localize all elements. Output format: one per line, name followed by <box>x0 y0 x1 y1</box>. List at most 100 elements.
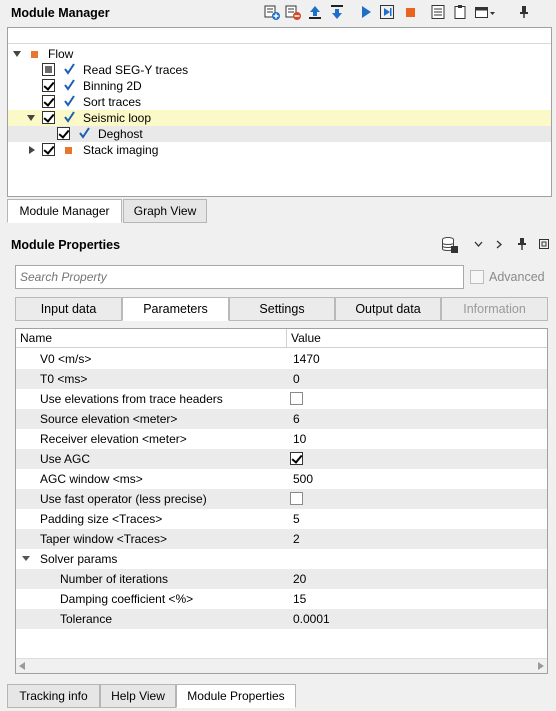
property-value[interactable]: 0 <box>293 369 300 389</box>
module-checkbox[interactable] <box>42 95 55 108</box>
clipboard-icon[interactable] <box>452 4 468 20</box>
property-grid[interactable]: Name Value V0 <m/s> 1470 T0 <ms> 0 Use e… <box>15 328 548 674</box>
list-icon[interactable] <box>430 4 446 20</box>
move-up-icon[interactable] <box>307 4 323 20</box>
property-value[interactable]: 2 <box>293 529 300 549</box>
property-name: Number of iterations <box>60 572 169 586</box>
tree-item-read-segy[interactable]: Read SEG-Y traces <box>8 62 551 78</box>
module-checkbox[interactable] <box>42 111 55 124</box>
tree-item-flow[interactable]: Flow <box>8 46 551 62</box>
module-manager-title: Module Manager <box>11 6 110 20</box>
valid-check-icon <box>64 79 75 91</box>
tab-output-data[interactable]: Output data <box>335 297 441 321</box>
tree-item-sort-traces[interactable]: Sort traces <box>8 94 551 110</box>
chevron-right-icon[interactable] <box>496 240 503 249</box>
module-tree[interactable]: Flow Read SEG-Y traces Binning 2D Sort t… <box>7 27 552 197</box>
run-step-icon[interactable] <box>379 4 395 20</box>
property-row[interactable]: T0 <ms> 0 <box>16 369 547 389</box>
add-module-icon[interactable] <box>264 4 280 20</box>
restore-window-icon[interactable] <box>538 238 550 250</box>
scroll-right-icon[interactable] <box>538 662 544 670</box>
use-fast-operator-checkbox[interactable] <box>290 492 303 505</box>
property-name: Tolerance <box>60 612 113 626</box>
advanced-label: Advanced <box>489 270 545 284</box>
property-row[interactable]: Use elevations from trace headers <box>16 389 547 409</box>
stop-icon[interactable] <box>402 4 418 20</box>
search-property-input[interactable] <box>15 265 464 289</box>
property-name: Padding size <Traces> <box>40 512 163 526</box>
tree-item-label: Read SEG-Y traces <box>83 63 189 77</box>
property-value[interactable]: 1470 <box>293 349 320 369</box>
property-name: Use fast operator (less precise) <box>40 492 207 506</box>
property-name: V0 <m/s> <box>40 352 92 366</box>
chevron-right-icon[interactable] <box>29 146 35 154</box>
property-row[interactable]: Tolerance 0.0001 <box>16 609 547 629</box>
property-value[interactable]: 500 <box>293 469 313 489</box>
property-row[interactable]: Number of iterations 20 <box>16 569 547 589</box>
tree-item-stack-imaging[interactable]: Stack imaging <box>8 142 551 158</box>
column-header-value[interactable]: Value <box>291 329 321 348</box>
tab-help-view[interactable]: Help View <box>100 684 176 708</box>
run-icon[interactable] <box>358 4 374 20</box>
scroll-left-icon[interactable] <box>19 662 25 670</box>
pin-icon[interactable] <box>516 4 532 20</box>
module-checkbox[interactable] <box>42 63 55 76</box>
column-header-name[interactable]: Name <box>20 329 52 348</box>
tree-item-label: Seismic loop <box>83 111 152 125</box>
remove-module-icon[interactable] <box>285 4 301 20</box>
property-value[interactable]: 20 <box>293 569 306 589</box>
property-value[interactable]: 15 <box>293 589 306 609</box>
property-group-row[interactable]: Solver params <box>16 549 547 569</box>
tree-item-binning-2d[interactable]: Binning 2D <box>8 78 551 94</box>
tree-item-label: Stack imaging <box>83 143 159 157</box>
property-row[interactable]: AGC window <ms> 500 <box>16 469 547 489</box>
module-checkbox[interactable] <box>42 143 55 156</box>
tree-item-label: Flow <box>48 47 74 61</box>
move-down-icon[interactable] <box>329 4 345 20</box>
tab-graph-view[interactable]: Graph View <box>123 199 207 223</box>
database-icon[interactable] <box>441 236 459 254</box>
use-agc-checkbox[interactable] <box>290 452 303 465</box>
valid-check-icon <box>64 63 75 75</box>
tab-settings[interactable]: Settings <box>229 297 335 321</box>
property-value[interactable]: 0.0001 <box>293 609 330 629</box>
property-row[interactable]: Damping coefficient <%> 15 <box>16 589 547 609</box>
column-divider[interactable] <box>286 329 287 348</box>
tree-item-deghost[interactable]: Deghost <box>8 126 551 142</box>
module-checkbox[interactable] <box>42 79 55 92</box>
valid-check-icon <box>64 111 75 123</box>
property-name: Damping coefficient <%> <box>60 592 194 606</box>
property-name: T0 <ms> <box>40 372 88 386</box>
chevron-down-icon[interactable] <box>474 241 483 248</box>
window-menu-icon[interactable] <box>474 4 496 20</box>
horizontal-scrollbar[interactable] <box>16 658 547 673</box>
property-name: Use elevations from trace headers <box>40 392 223 406</box>
chevron-down-icon[interactable] <box>22 556 30 562</box>
module-checkbox[interactable] <box>57 127 70 140</box>
pin-icon[interactable] <box>516 237 528 251</box>
tree-item-seismic-loop[interactable]: Seismic loop <box>8 110 551 126</box>
tab-module-manager[interactable]: Module Manager <box>7 199 122 223</box>
property-value[interactable]: 5 <box>293 509 300 529</box>
property-value[interactable]: 10 <box>293 429 306 449</box>
property-row[interactable]: Receiver elevation <meter> 10 <box>16 429 547 449</box>
property-row[interactable]: Source elevation <meter> 6 <box>16 409 547 429</box>
tab-information[interactable]: Information <box>441 297 548 321</box>
chevron-down-icon[interactable] <box>27 115 35 122</box>
tab-tracking-info[interactable]: Tracking info <box>7 684 100 708</box>
property-name: Taper window <Traces> <box>40 532 167 546</box>
property-row[interactable]: Padding size <Traces> 5 <box>16 509 547 529</box>
tab-module-properties[interactable]: Module Properties <box>176 684 296 708</box>
tab-input-data[interactable]: Input data <box>15 297 122 321</box>
property-value[interactable]: 6 <box>293 409 300 429</box>
property-row[interactable]: Use AGC <box>16 449 547 469</box>
property-row[interactable]: V0 <m/s> 1470 <box>16 349 547 369</box>
chevron-down-icon[interactable] <box>13 51 21 58</box>
use-elevations-checkbox[interactable] <box>290 392 303 405</box>
advanced-checkbox[interactable] <box>470 270 484 284</box>
property-row[interactable]: Use fast operator (less precise) <box>16 489 547 509</box>
valid-check-icon <box>79 127 90 139</box>
module-properties-title: Module Properties <box>11 238 121 252</box>
property-row[interactable]: Taper window <Traces> 2 <box>16 529 547 549</box>
tab-parameters[interactable]: Parameters <box>122 297 229 321</box>
